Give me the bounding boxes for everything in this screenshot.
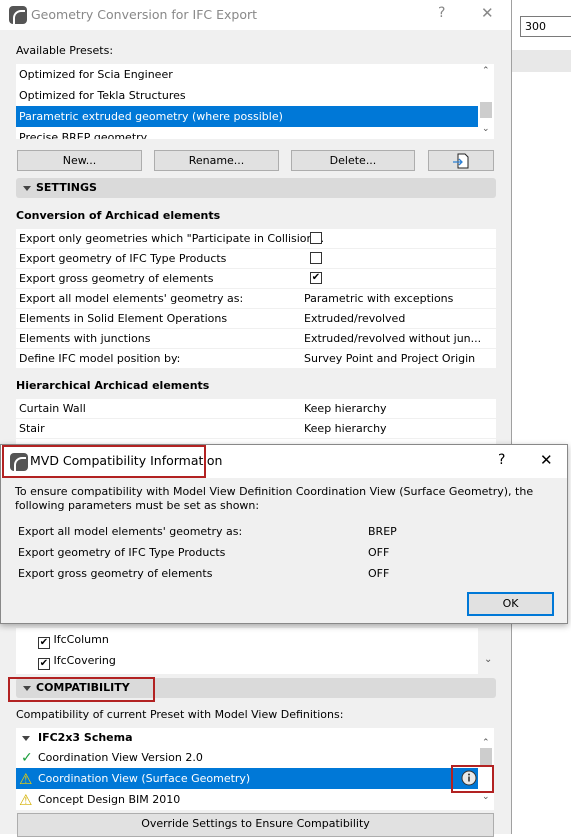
override-settings-button[interactable]: Override Settings to Ensure Compatibilit… [17, 813, 494, 837]
presets-list[interactable]: Optimized for Scia Engineer Optimized fo… [16, 64, 478, 139]
warning-icon: ⚠ [19, 770, 33, 788]
ifc-item-label: IfcCovering [53, 654, 116, 667]
expand-triangle-icon [22, 736, 30, 741]
scroll-thumb[interactable] [480, 748, 492, 766]
setting-row[interactable]: Export geometry of IFC Type Products [16, 249, 496, 269]
setting-row[interactable]: Export gross geometry of elements ✔ [16, 269, 496, 289]
title-bar: Geometry Conversion for IFC Export ? ✕ [0, 0, 511, 30]
scroll-up-icon[interactable]: ⌃ [482, 738, 490, 748]
hierarchy-value[interactable]: Keep hierarchy [304, 399, 387, 418]
hierarchy-value[interactable]: Keep hierarchy [304, 419, 387, 438]
setting-value[interactable]: Survey Point and Project Origin [304, 349, 475, 368]
ok-button[interactable]: OK [467, 592, 554, 616]
close-button[interactable]: ✕ [481, 4, 494, 22]
ifc-item-checkbox[interactable]: ✔ [38, 637, 50, 649]
ifc-item-label: IfcColumn [53, 633, 109, 646]
schema-group[interactable]: IFC2x3 Schema [16, 728, 478, 748]
mvd-item[interactable]: ⚠ Concept Design BIM 2010 [16, 789, 478, 810]
param-label: Export gross geometry of elements [18, 567, 213, 580]
mvd-label: Coordination View (Surface Geometry) [38, 772, 251, 785]
check-icon: ✓ [21, 750, 33, 766]
presets-label: Available Presets: [16, 44, 114, 57]
setting-row[interactable]: Export only geometries which "Participat… [16, 229, 496, 249]
background-input[interactable]: 300 [520, 16, 571, 37]
mvd-label: Concept Design BIM 2010 [38, 793, 181, 806]
settings-section-header[interactable]: SETTINGS [16, 178, 496, 198]
scroll-down-icon[interactable]: ⌄ [482, 792, 490, 802]
scroll-down-icon[interactable]: ⌄ [484, 654, 492, 665]
participate-collision-checkbox[interactable] [310, 232, 322, 244]
preset-item[interactable]: Precise BREP geometry [16, 127, 478, 139]
setting-row[interactable]: Elements in Solid Element Operations Extr… [16, 309, 496, 329]
setting-label: Export all model elements' geometry as: [19, 292, 244, 305]
highlight-box [2, 445, 206, 478]
highlight-box [8, 677, 155, 702]
setting-value[interactable]: Extruded/revolved without jun... [304, 329, 481, 348]
ifc-item[interactable]: ✔ IfcColumn [38, 631, 109, 651]
dialog-title: Geometry Conversion for IFC Export [31, 7, 258, 22]
preset-item-selected[interactable]: Parametric extruded geometry (where poss… [16, 106, 478, 127]
param-value: BREP [368, 525, 397, 538]
mvd-item-selected[interactable]: ⚠ Coordination View (Surface Geometry) [16, 768, 478, 789]
setting-label: Elements with junctions [19, 332, 151, 345]
setting-value[interactable]: Parametric with exceptions [304, 289, 453, 308]
setting-label: Export geometry of IFC Type Products [19, 252, 227, 265]
hierarchy-label: Curtain Wall [19, 402, 86, 415]
setting-row[interactable]: Elements with junctions Extruded/revolved… [16, 329, 496, 349]
presets-scrollbar[interactable]: ⌃ ⌄ [478, 64, 494, 139]
setting-label: Export only geometries which "Participat… [19, 232, 324, 245]
delete-button[interactable]: Delete... [291, 150, 415, 171]
scroll-up-icon[interactable]: ⌃ [482, 66, 490, 76]
settings-label: SETTINGS [36, 181, 97, 194]
scroll-down-icon[interactable]: ⌄ [482, 124, 490, 134]
mvd-compatibility-dialog: MVD Compatibility Information ? ✕ To ens… [0, 444, 568, 624]
geometry-conversion-dialog: Geometry Conversion for IFC Export ? ✕ A… [0, 0, 512, 837]
setting-row[interactable]: Export all model elements' geometry as: P… [16, 289, 496, 309]
warning-icon: ⚠ [19, 791, 33, 809]
ifc-entity-list[interactable]: ✔ IfcColumn ✔ IfcCovering [16, 628, 478, 674]
hierarchy-row[interactable]: Stair Keep hierarchy [16, 419, 496, 439]
param-label: Export geometry of IFC Type Products [18, 546, 226, 559]
import-icon [453, 153, 469, 169]
setting-label: Export gross geometry of elements [19, 272, 214, 285]
import-button[interactable] [428, 150, 494, 171]
param-value: OFF [368, 567, 390, 580]
ifc-item[interactable]: ✔ IfcCovering [38, 652, 116, 672]
preset-item[interactable]: Optimized for Tekla Structures [16, 85, 478, 106]
hierarchy-label: Stair [19, 422, 45, 435]
compatibility-description: Compatibility of current Preset with Mod… [16, 708, 344, 721]
mvd-label: Coordination View Version 2.0 [38, 751, 203, 764]
collapse-triangle-icon [23, 186, 31, 191]
ifc-item-checkbox[interactable]: ✔ [38, 658, 50, 670]
close-button[interactable]: ✕ [540, 451, 553, 469]
param-value: OFF [368, 546, 390, 559]
param-label: Export all model elements' geometry as: [18, 525, 243, 538]
conversion-heading: Conversion of Archicad elements [16, 209, 221, 222]
rename-button[interactable]: Rename... [154, 150, 279, 171]
schema-label: IFC2x3 Schema [38, 731, 133, 744]
new-button[interactable]: New... [17, 150, 142, 171]
compatibility-message: To ensure compatibility with Model View … [15, 485, 534, 512]
archicad-icon [9, 6, 27, 26]
setting-label: Define IFC model position by: [19, 352, 181, 365]
preset-item[interactable]: Optimized for Scia Engineer [16, 64, 478, 85]
scroll-thumb[interactable] [480, 102, 492, 118]
hierarchy-heading: Hierarchical Archicad elements [16, 379, 210, 392]
background-band [512, 50, 571, 72]
gross-geometry-checkbox[interactable]: ✔ [310, 272, 322, 284]
type-products-checkbox[interactable] [310, 252, 322, 264]
help-button[interactable]: ? [438, 5, 445, 21]
highlight-box [451, 765, 494, 793]
hierarchy-row[interactable]: Curtain Wall Keep hierarchy [16, 399, 496, 419]
setting-label: Elements in Solid Element Operations [19, 312, 228, 325]
help-button[interactable]: ? [498, 452, 505, 468]
mvd-list[interactable]: IFC2x3 Schema ✓ Coordination View Version… [16, 728, 478, 810]
mvd-item[interactable]: ✓ Coordination View Version 2.0 [16, 748, 478, 768]
setting-value[interactable]: Extruded/revolved [304, 309, 405, 328]
setting-row[interactable]: Define IFC model position by: Survey Poin… [16, 349, 496, 369]
